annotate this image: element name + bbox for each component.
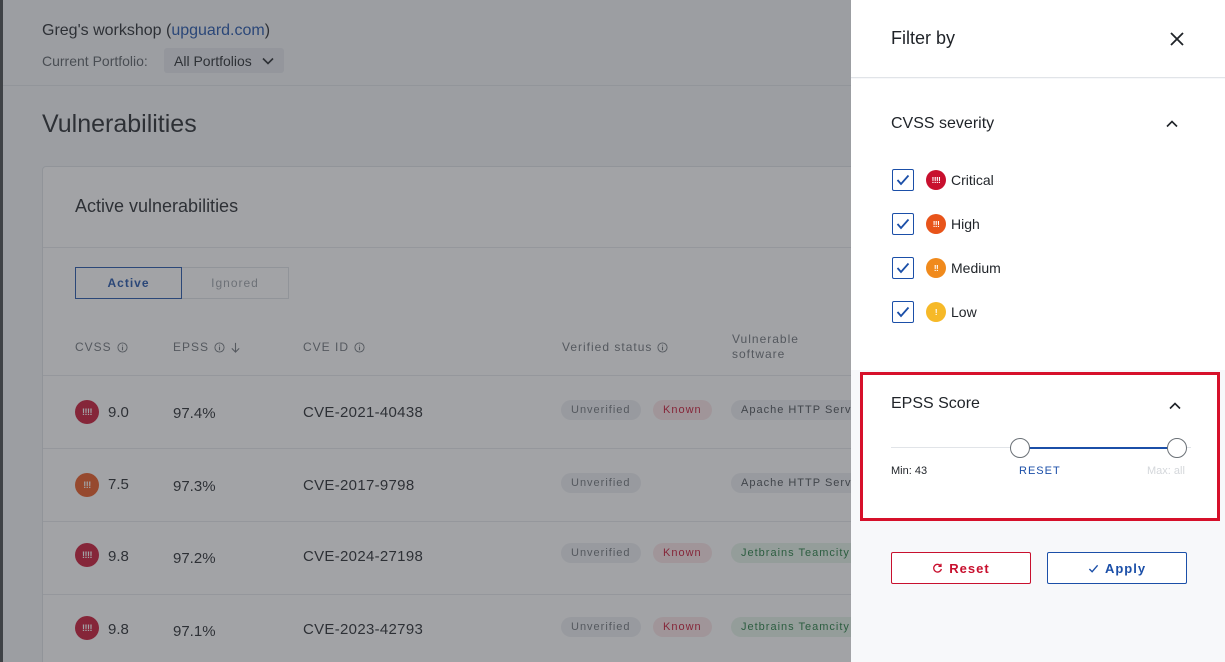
apply-button-label: Apply: [1104, 560, 1147, 576]
epss-slider-min-handle[interactable]: [1010, 438, 1030, 458]
checkmark-icon: [896, 306, 910, 318]
severity-label: Medium: [951, 260, 1001, 276]
filter-panel: Filter by CVSS severity !!!! Critical !!…: [851, 0, 1225, 662]
critical-severity-icon: !!!!: [926, 170, 946, 190]
severity-label: High: [951, 216, 980, 232]
modal-backdrop[interactable]: [3, 0, 851, 662]
chevron-up-icon[interactable]: [1168, 399, 1182, 413]
epss-min-label: Min: 43: [891, 465, 928, 477]
epss-slider-max-handle[interactable]: [1167, 438, 1187, 458]
epss-slider-range: [1021, 447, 1179, 449]
checkmark-icon: [896, 262, 910, 274]
low-severity-icon: !: [926, 302, 946, 322]
close-button[interactable]: [1165, 27, 1189, 51]
epss-max-label: Max: all: [1147, 465, 1185, 477]
reset-button-label: Reset: [949, 560, 990, 576]
low-checkbox[interactable]: [892, 301, 914, 323]
high-checkbox[interactable]: [892, 213, 914, 235]
checkmark-icon: [896, 174, 910, 186]
medium-severity-icon: !!: [926, 258, 946, 278]
reset-icon: [933, 563, 943, 573]
severity-option-low[interactable]: ! Low: [892, 301, 977, 323]
severity-option-medium[interactable]: !! Medium: [892, 257, 1001, 279]
severity-option-high[interactable]: !!! High: [892, 213, 980, 235]
medium-checkbox[interactable]: [892, 257, 914, 279]
critical-checkbox[interactable]: [892, 169, 914, 191]
reset-button[interactable]: Reset: [891, 552, 1031, 584]
high-severity-icon: !!!: [926, 214, 946, 234]
chevron-up-icon[interactable]: [1165, 117, 1179, 131]
severity-label: Critical: [951, 172, 994, 188]
severity-option-critical[interactable]: !!!! Critical: [892, 169, 994, 191]
checkmark-icon: [1088, 564, 1099, 573]
filter-panel-header: Filter by: [851, 0, 1225, 78]
epss-score-section: EPSS Score Min: 43 RESET Max: all: [860, 372, 1220, 521]
epss-score-title: EPSS Score: [891, 395, 980, 412]
filter-panel-title: Filter by: [891, 28, 956, 48]
severity-label: Low: [951, 304, 977, 320]
checkmark-icon: [896, 218, 910, 230]
epss-reset-link[interactable]: RESET: [1019, 465, 1061, 477]
cvss-severity-title: CVSS severity: [891, 115, 995, 132]
close-icon: [1170, 32, 1184, 46]
apply-button[interactable]: Apply: [1047, 552, 1187, 584]
